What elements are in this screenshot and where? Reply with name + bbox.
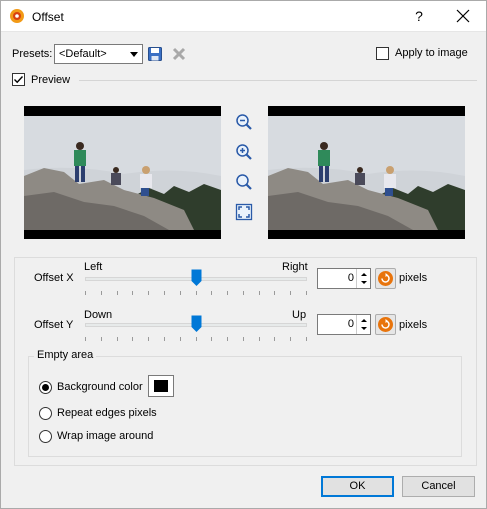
slider-tick bbox=[100, 291, 102, 295]
slider-tick bbox=[132, 337, 134, 341]
cancel-button[interactable]: Cancel bbox=[402, 476, 475, 497]
background-color-swatch bbox=[154, 380, 168, 392]
result-image-preview bbox=[268, 106, 465, 239]
slider-tick bbox=[306, 337, 307, 341]
title-bar: Offset ? bbox=[1, 1, 486, 32]
empty-area-title: Empty area bbox=[34, 349, 97, 361]
offset-x-reset-button[interactable] bbox=[375, 268, 396, 289]
slider-tick bbox=[195, 291, 197, 295]
save-preset-icon[interactable] bbox=[147, 46, 163, 62]
delete-preset-icon[interactable] bbox=[171, 46, 187, 62]
slider-tick bbox=[100, 337, 102, 341]
slider-tick bbox=[242, 337, 244, 341]
offset-x-spinner[interactable] bbox=[356, 269, 370, 288]
original-photo bbox=[24, 106, 221, 239]
spinner-arrows-icon bbox=[361, 273, 367, 284]
close-icon bbox=[456, 9, 470, 23]
original-image-preview bbox=[24, 106, 221, 239]
offset-y-slider-thumb[interactable] bbox=[191, 315, 202, 333]
presets-dropdown[interactable]: <Default> bbox=[54, 44, 143, 64]
zoom-actual-icon[interactable] bbox=[235, 173, 253, 191]
background-color-radio[interactable] bbox=[39, 381, 52, 394]
offset-x-right-label: Right bbox=[282, 261, 308, 273]
offset-x-input[interactable]: 0 bbox=[317, 268, 371, 289]
slider-tick bbox=[274, 337, 276, 341]
offset-x-label: Offset X bbox=[34, 272, 74, 284]
slider-tick bbox=[163, 337, 165, 341]
offset-y-up-label: Up bbox=[292, 309, 307, 321]
slider-tick bbox=[211, 291, 213, 295]
slider-tick bbox=[179, 337, 181, 341]
slider-tick bbox=[306, 291, 307, 295]
offset-x-ticks bbox=[85, 291, 307, 295]
window-title: Offset bbox=[32, 10, 64, 24]
reset-icon bbox=[378, 271, 393, 286]
offset-dialog: Offset ? Presets: <Default> Apply to ima… bbox=[0, 0, 487, 509]
zoom-in-icon[interactable] bbox=[235, 143, 253, 161]
offset-y-value: 0 bbox=[347, 318, 354, 330]
zoom-out-icon[interactable] bbox=[235, 113, 253, 131]
preview-divider bbox=[79, 80, 477, 81]
offset-x-value: 0 bbox=[347, 272, 354, 284]
result-photo bbox=[268, 106, 465, 239]
slider-tick bbox=[148, 291, 150, 295]
slider-tick bbox=[227, 337, 229, 341]
offset-x-slider-thumb[interactable] bbox=[191, 269, 202, 287]
slider-tick bbox=[116, 337, 118, 341]
slider-tick bbox=[227, 291, 229, 295]
preview-checkbox[interactable] bbox=[12, 73, 25, 86]
slider-tick bbox=[116, 291, 118, 295]
reset-icon bbox=[378, 317, 393, 332]
chevron-down-icon bbox=[130, 52, 138, 57]
presets-selected-value: <Default> bbox=[59, 48, 107, 60]
repeat-edges-radio[interactable] bbox=[39, 407, 52, 420]
offset-y-unit: pixels bbox=[399, 319, 428, 331]
apply-to-image-checkbox[interactable] bbox=[376, 47, 389, 60]
repeat-edges-label: Repeat edges pixels bbox=[57, 407, 157, 419]
checkmark-icon bbox=[14, 76, 24, 84]
apply-to-image-label: Apply to image bbox=[395, 47, 468, 59]
slider-tick bbox=[274, 291, 276, 295]
presets-label: Presets: bbox=[12, 48, 53, 60]
offset-y-ticks bbox=[85, 337, 307, 341]
close-button[interactable] bbox=[447, 4, 479, 28]
offset-y-input[interactable]: 0 bbox=[317, 314, 371, 335]
slider-tick bbox=[290, 291, 292, 295]
slider-tick bbox=[148, 337, 150, 341]
offset-y-label: Offset Y bbox=[34, 319, 74, 331]
slider-tick bbox=[132, 291, 134, 295]
offset-y-spinner[interactable] bbox=[356, 315, 370, 334]
offset-y-down-label: Down bbox=[84, 309, 113, 321]
offset-x-unit: pixels bbox=[399, 272, 428, 284]
ok-button[interactable]: OK bbox=[321, 476, 394, 497]
wrap-image-radio[interactable] bbox=[39, 430, 52, 443]
help-button[interactable]: ? bbox=[405, 4, 433, 28]
slider-tick bbox=[195, 337, 197, 341]
slider-tick bbox=[85, 291, 86, 295]
spinner-arrows-icon bbox=[361, 319, 367, 330]
fit-to-window-icon[interactable] bbox=[235, 203, 253, 221]
slider-tick bbox=[179, 291, 181, 295]
app-logo-icon bbox=[10, 9, 24, 23]
preview-label: Preview bbox=[31, 74, 71, 86]
slider-tick bbox=[163, 291, 165, 295]
slider-tick bbox=[258, 337, 260, 341]
offset-x-left-label: Left bbox=[84, 261, 103, 273]
slider-tick bbox=[211, 337, 213, 341]
background-color-picker[interactable] bbox=[148, 375, 174, 397]
slider-tick bbox=[258, 291, 260, 295]
slider-tick bbox=[242, 291, 244, 295]
slider-tick bbox=[85, 337, 86, 341]
background-color-label: Background color bbox=[57, 381, 143, 393]
slider-tick bbox=[290, 337, 292, 341]
offset-y-reset-button[interactable] bbox=[375, 314, 396, 335]
wrap-image-label: Wrap image around bbox=[57, 430, 154, 442]
